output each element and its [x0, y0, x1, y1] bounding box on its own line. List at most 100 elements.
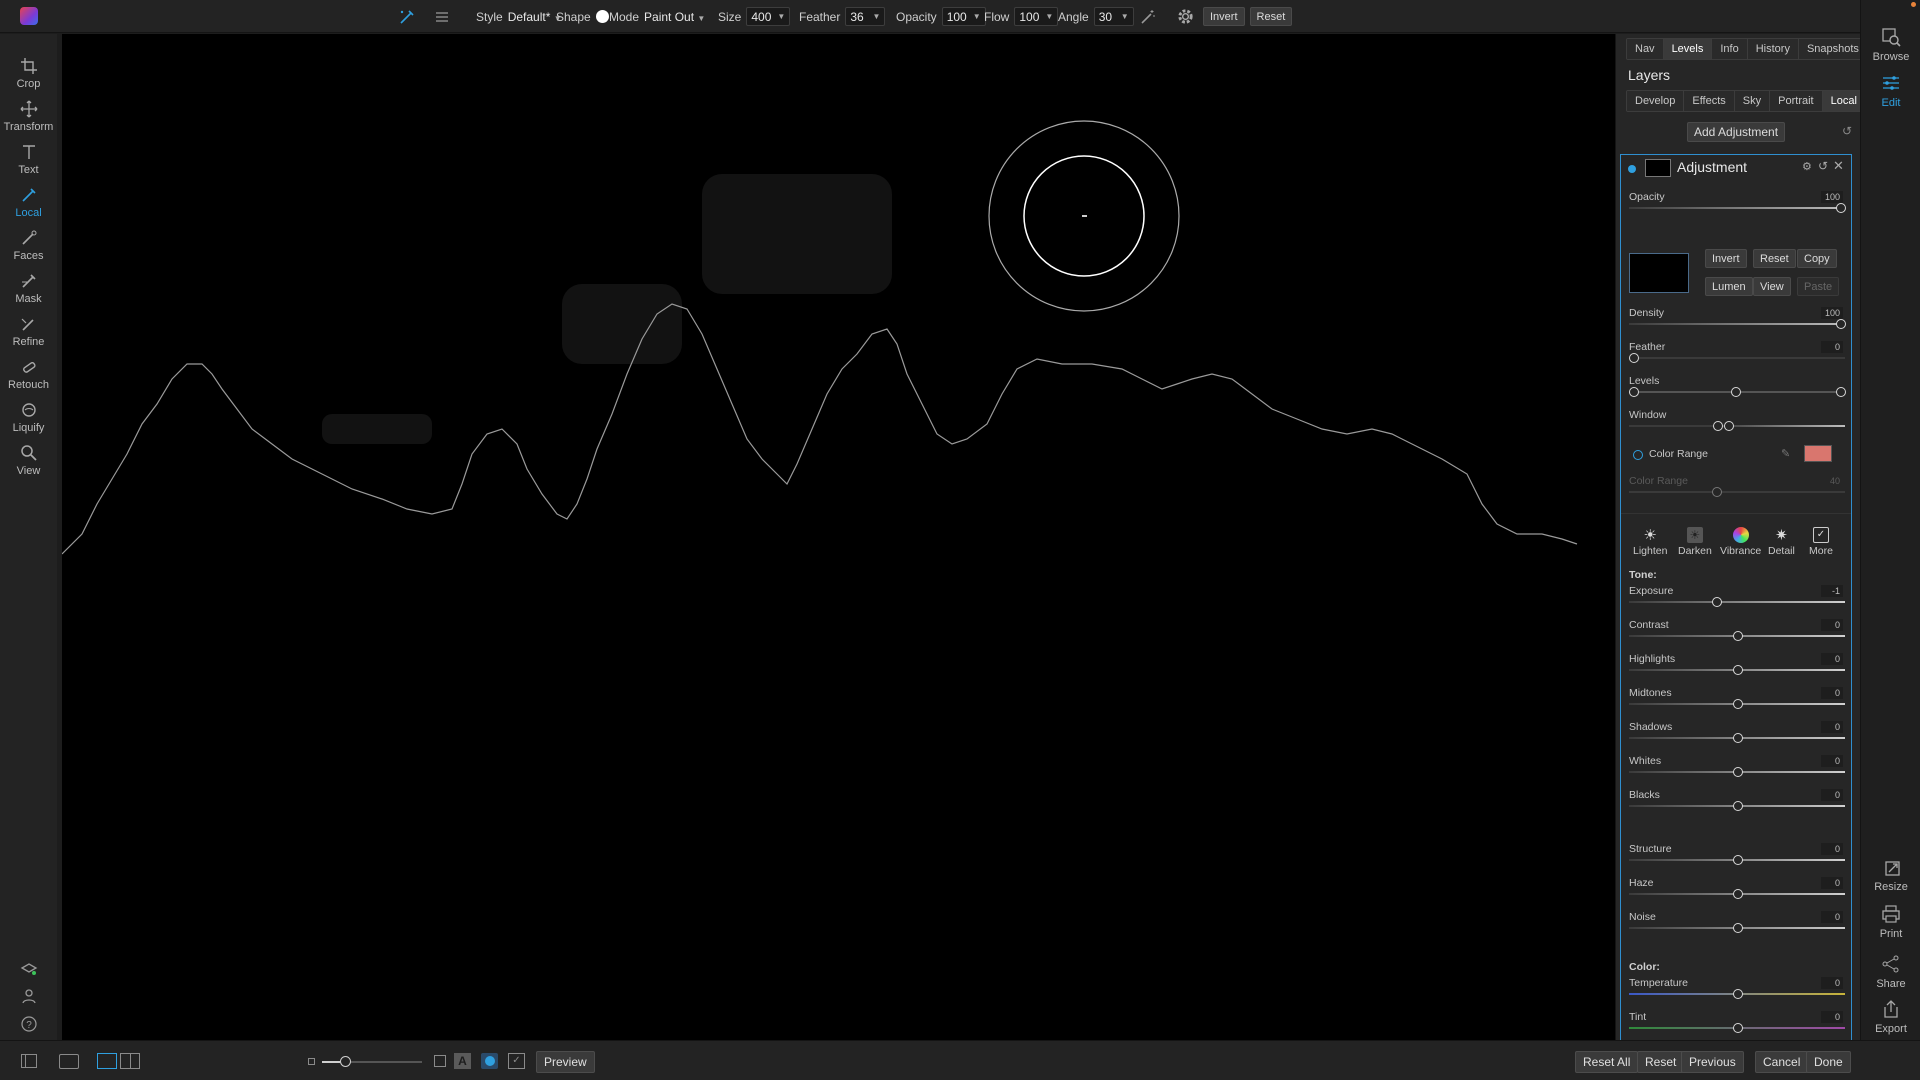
window-left-knob[interactable] [1713, 421, 1723, 431]
levels-black-knob[interactable] [1629, 387, 1639, 397]
layers-sync-icon[interactable] [19, 958, 39, 978]
previous-button[interactable]: Previous [1681, 1051, 1744, 1073]
toolbar-invert-button[interactable]: Invert [1203, 7, 1245, 26]
tool-view[interactable]: View [0, 443, 57, 483]
eyedropper-icon[interactable]: ✎ [1781, 447, 1790, 460]
slider-temperature[interactable]: Temperature 0 [1629, 977, 1845, 1005]
color-range-swatch[interactable] [1804, 445, 1832, 462]
flow-field[interactable]: 100 ▼ [1014, 7, 1059, 26]
tab-sky[interactable]: Sky [1734, 91, 1771, 111]
module-export[interactable]: Export [1861, 998, 1920, 1035]
window-right-knob[interactable] [1724, 421, 1734, 431]
slider-tint[interactable]: Tint 0 [1629, 1011, 1845, 1039]
slider-value[interactable]: 0 [1821, 789, 1843, 801]
toolbar-reset-button[interactable]: Reset [1249, 7, 1293, 26]
slider-value[interactable]: 0 [1821, 687, 1843, 699]
slider-value[interactable]: 0 [1821, 653, 1843, 665]
add-adjustment-button[interactable]: Add Adjustment [1687, 122, 1786, 142]
tab-history[interactable]: History [1747, 39, 1799, 59]
mask-overlay-icon[interactable] [481, 1053, 498, 1069]
image-canvas[interactable] [62, 34, 1615, 1040]
slider-knob[interactable] [1836, 319, 1846, 329]
module-browse[interactable]: Browse [1861, 26, 1920, 63]
opacity-slider[interactable]: Opacity 100 [1629, 191, 1846, 219]
slider-structure[interactable]: Structure 0 [1629, 843, 1845, 871]
slider-midtones[interactable]: Midtones 0 [1629, 687, 1845, 715]
reset-layer-icon[interactable]: ↺ [1818, 159, 1828, 173]
brush-options-icon[interactable] [433, 0, 451, 33]
auto-icon[interactable]: A [454, 1053, 471, 1069]
slider-value[interactable]: 0 [1821, 843, 1843, 855]
tool-faces[interactable]: Faces [0, 228, 57, 268]
reset-button[interactable]: Reset [1637, 1051, 1685, 1073]
slider-value[interactable]: 0 [1821, 877, 1843, 889]
close-icon[interactable]: ✕ [1833, 158, 1844, 174]
tab-local[interactable]: Local [1822, 91, 1860, 111]
slider-value[interactable]: 0 [1821, 721, 1843, 733]
zoom-out-icon[interactable] [308, 1058, 315, 1065]
help-icon[interactable]: ? [19, 1014, 39, 1034]
slider-exposure[interactable]: Exposure -1 [1629, 585, 1845, 613]
brush-tool-icon[interactable] [398, 0, 416, 33]
preset-more[interactable]: ✓ More [1809, 525, 1833, 557]
undo-icon[interactable]: ↺ [1842, 124, 1852, 138]
slider-knob[interactable] [1733, 665, 1743, 675]
clipping-icon[interactable]: ✓ [508, 1053, 525, 1069]
tab-info[interactable]: Info [1712, 39, 1748, 59]
slider-knob[interactable] [1836, 203, 1846, 213]
tab-effects[interactable]: Effects [1684, 91, 1735, 111]
mask-thumbnail[interactable] [1629, 253, 1689, 293]
gear-small-icon[interactable]: ⚙ [1802, 160, 1812, 173]
slider-contrast[interactable]: Contrast 0 [1629, 619, 1845, 647]
slider-knob[interactable] [1733, 767, 1743, 777]
left-panel-toggle-icon[interactable] [21, 1054, 37, 1068]
shape-circle-icon[interactable] [595, 10, 609, 23]
mask-view-button[interactable]: View [1753, 277, 1791, 296]
slider-knob[interactable] [1733, 631, 1743, 641]
tool-transform[interactable]: Transform [0, 99, 57, 139]
style-dropdown[interactable]: Default* ▼ [508, 10, 562, 24]
tool-local[interactable]: Local [0, 185, 57, 225]
module-resize[interactable]: Resize [1861, 856, 1920, 893]
preset-darken[interactable]: ☀ Darken [1678, 525, 1712, 557]
mask-lumen-button[interactable]: Lumen [1705, 277, 1753, 296]
tab-levels[interactable]: Levels [1663, 39, 1713, 59]
tab-nav[interactable]: Nav [1627, 39, 1664, 59]
zoom-in-icon[interactable] [434, 1055, 446, 1067]
opacity-field[interactable]: 100 ▼ [941, 7, 986, 26]
feather-field[interactable]: 36 ▼ [845, 7, 886, 26]
tool-liquify[interactable]: Liquify [0, 400, 57, 440]
preview-button[interactable]: Preview [536, 1051, 595, 1073]
reset-all-button[interactable]: Reset All [1575, 1051, 1639, 1073]
tool-crop[interactable]: Crop [0, 56, 57, 96]
slider-knob[interactable] [1733, 923, 1743, 933]
slider-knob[interactable] [1733, 1023, 1743, 1033]
slider-value[interactable]: 100 [1821, 307, 1843, 319]
mask-invert-button[interactable]: Invert [1705, 249, 1747, 268]
window-slider[interactable]: Window [1629, 409, 1845, 437]
slider-whites[interactable]: Whites 0 [1629, 755, 1845, 783]
compare-view-icon[interactable] [120, 1053, 140, 1069]
slider-value[interactable]: 0 [1821, 341, 1843, 353]
slider-value[interactable]: 100 [1821, 191, 1843, 203]
layer-visibility-dot[interactable] [1628, 165, 1636, 173]
slider-knob[interactable] [1733, 801, 1743, 811]
slider-value[interactable]: 0 [1821, 911, 1843, 923]
size-field[interactable]: 400 ▼ [746, 7, 791, 26]
slider-shadows[interactable]: Shadows 0 [1629, 721, 1845, 749]
tab-develop[interactable]: Develop [1627, 91, 1685, 111]
slider-noise[interactable]: Noise 0 [1629, 911, 1845, 939]
slider-knob[interactable] [1733, 699, 1743, 709]
mode-dropdown[interactable]: Paint Out ▼ [644, 10, 705, 24]
slider-knob[interactable] [1712, 597, 1722, 607]
angle-field[interactable]: 30 ▼ [1093, 7, 1134, 26]
mask-copy-button[interactable]: Copy [1797, 249, 1837, 268]
tab-portrait[interactable]: Portrait [1770, 91, 1823, 111]
zoom-slider[interactable] [322, 1056, 422, 1067]
module-print[interactable]: Print [1861, 903, 1920, 940]
slider-value[interactable]: 0 [1821, 619, 1843, 631]
filmstrip-icon[interactable] [59, 1054, 79, 1069]
slider-haze[interactable]: Haze 0 [1629, 877, 1845, 905]
gear-icon[interactable] [1176, 0, 1195, 33]
slider-knob[interactable] [1629, 353, 1639, 363]
